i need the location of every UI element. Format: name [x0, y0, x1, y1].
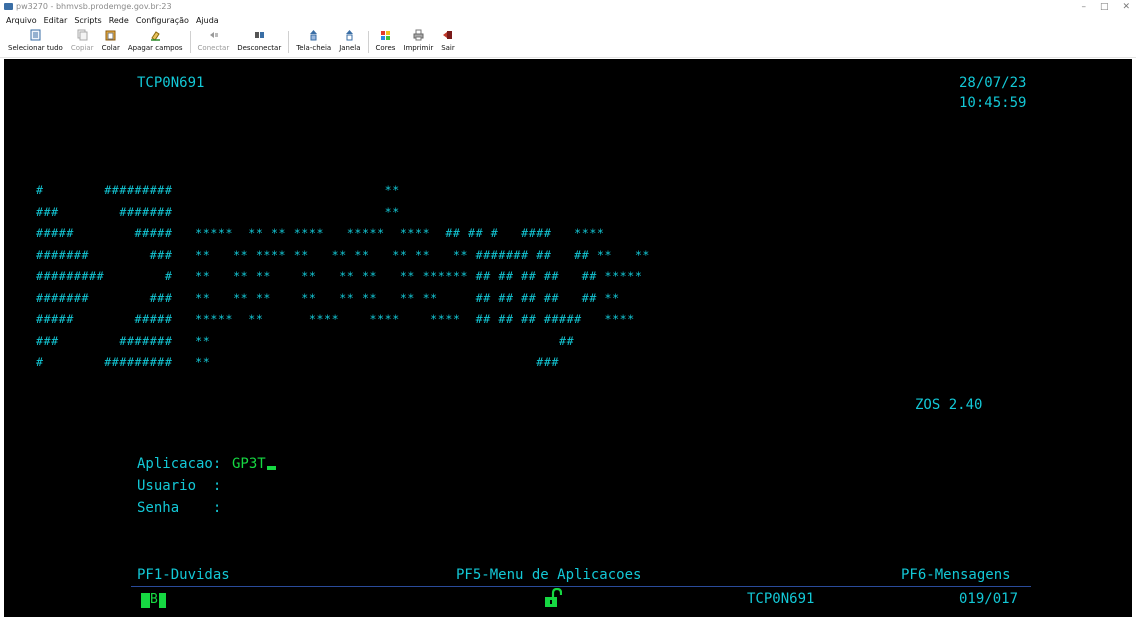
paste-button[interactable]: Colar	[98, 27, 124, 56]
aplicacao-label: Aplicacao:	[137, 456, 222, 472]
input-cursor	[266, 466, 276, 470]
select-all-icon	[29, 29, 41, 41]
erase-fields-button[interactable]: Apagar campos	[124, 27, 187, 56]
status-divider	[131, 586, 1031, 587]
aplicacao-field[interactable]: GP3T	[232, 455, 276, 473]
copy-button[interactable]: Copiar	[67, 27, 98, 56]
cursor-position: 019/017	[959, 591, 1019, 607]
menu-arquivo[interactable]: Arquivo	[6, 14, 37, 27]
toolbar-separator	[367, 31, 369, 53]
pf1-key[interactable]: PF1-Duvidas	[137, 566, 230, 584]
senha-label: Senha :	[137, 500, 222, 516]
exit-button[interactable]: Sair	[437, 27, 459, 56]
window-title: pw3270 - bhmvsb.prodemge.gov.br:23	[16, 2, 172, 11]
keyboard-status: B	[141, 591, 166, 609]
fullscreen-button[interactable]: Tela-cheia	[292, 27, 335, 56]
toolbar-separator	[288, 31, 290, 53]
toolbar: Selecionar tudo Copiar Colar Apagar camp…	[0, 27, 1136, 58]
menu-rede[interactable]: Rede	[109, 14, 129, 27]
window-controls: – □ ✕	[1081, 0, 1130, 14]
paste-icon	[105, 29, 117, 41]
colors-icon	[379, 29, 391, 41]
os-version: ZOS 2.40	[915, 397, 983, 413]
maximize-button[interactable]: □	[1100, 0, 1109, 14]
screen-date: 28/07/23	[959, 75, 1027, 91]
fullscreen-icon	[308, 29, 320, 41]
menu-editar[interactable]: Editar	[44, 14, 68, 27]
status-cursor-block	[158, 592, 166, 608]
menu-ajuda[interactable]: Ajuda	[196, 14, 219, 27]
printer-icon	[412, 29, 424, 41]
connect-icon	[207, 29, 219, 41]
menu-configuracao[interactable]: Configuração	[136, 14, 189, 27]
window-titlebar: pw3270 - bhmvsb.prodemge.gov.br:23 – □ ✕	[0, 0, 1136, 14]
close-button[interactable]: ✕	[1122, 0, 1130, 14]
pf5-key[interactable]: PF5-Menu de Aplicacoes	[456, 566, 641, 584]
toolbar-separator	[189, 31, 191, 53]
connect-button[interactable]: Conectar	[194, 27, 234, 56]
select-all-button[interactable]: Selecionar tudo	[4, 27, 67, 56]
screen-time: 10:45:59	[959, 95, 1027, 111]
senha-field[interactable]	[250, 499, 410, 517]
aplicacao-value: GP3T	[232, 456, 266, 472]
window-button[interactable]: Janela	[335, 27, 364, 56]
pf6-key[interactable]: PF6-Mensagens	[901, 566, 1011, 584]
menubar: Arquivo Editar Scripts Rede Configuração…	[0, 14, 1136, 27]
terminal-id-header: TCP0N691	[137, 75, 205, 91]
terminal-screen[interactable]: TCP0N691 28/07/23 10:45:59 # ######### *…	[4, 59, 1132, 617]
unlocked-padlock-icon	[544, 587, 563, 608]
disconnect-button[interactable]: Desconectar	[233, 27, 285, 56]
disconnect-icon	[253, 29, 265, 41]
window-icon	[344, 29, 356, 41]
copy-icon	[76, 29, 88, 41]
prodemge-logo-art: # ######### ** ### ####### ** ##### ####…	[36, 183, 650, 369]
usuario-field[interactable]	[250, 477, 410, 495]
eraser-icon	[149, 29, 161, 41]
status-block-icon	[141, 592, 150, 608]
print-button[interactable]: Imprimir	[399, 27, 437, 56]
app-icon	[4, 3, 13, 10]
minimize-button[interactable]: –	[1081, 0, 1086, 14]
menu-scripts[interactable]: Scripts	[74, 14, 101, 27]
usuario-label: Usuario :	[137, 478, 222, 494]
colors-button[interactable]: Cores	[372, 27, 400, 56]
status-indicator: B	[150, 592, 158, 607]
status-terminal-id: TCP0N691	[747, 591, 815, 607]
exit-icon	[442, 29, 454, 41]
